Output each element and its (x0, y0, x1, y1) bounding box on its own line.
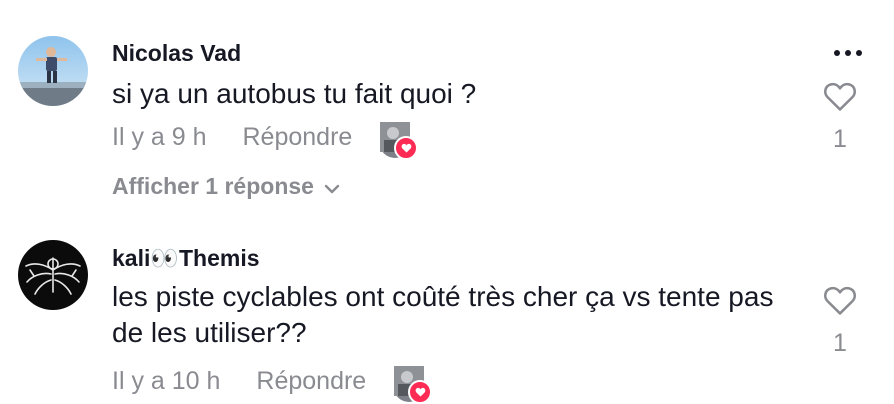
view-replies-button[interactable]: Afficher 1 réponse (112, 173, 340, 200)
comment-username[interactable]: Nicolas Vad (112, 40, 241, 67)
comment-item: Nicolas Vad si ya un autobus tu fait quo… (0, 0, 894, 220)
creator-liked-badge (380, 122, 419, 160)
avatar[interactable] (18, 240, 88, 310)
comment-timestamp: Il y a 9 h (112, 122, 207, 151)
like-count: 1 (833, 329, 847, 357)
more-options-icon[interactable] (834, 50, 862, 56)
like-control[interactable]: 1 (822, 284, 858, 358)
like-count: 1 (833, 125, 847, 153)
reply-button[interactable]: Répondre (243, 123, 353, 152)
creator-liked-heart-icon (394, 136, 419, 160)
comment-meta: Il y a 10 h Répondre (112, 366, 433, 404)
comment-timestamp: Il y a 10 h (112, 366, 221, 395)
like-control[interactable]: 1 (822, 80, 858, 154)
comment-text: les piste cyclables ont coûté très cher … (112, 281, 774, 348)
creator-liked-badge (394, 366, 433, 404)
creator-liked-heart-icon (408, 380, 433, 404)
reply-button[interactable]: Répondre (256, 367, 366, 396)
comment-item: kali👀Themis les piste cyclables ont coût… (0, 228, 894, 404)
view-replies-label[interactable]: Afficher 1 réponse (112, 173, 314, 200)
avatar[interactable] (18, 36, 88, 106)
chevron-down-icon[interactable] (324, 173, 340, 200)
comment-text: si ya un autobus tu fait quoi ? (112, 78, 477, 109)
comment-username[interactable]: kali👀Themis (112, 245, 260, 272)
heart-outline-icon[interactable] (823, 80, 857, 117)
comment-meta: Il y a 9 h Répondre (112, 122, 419, 160)
heart-outline-icon[interactable] (823, 284, 857, 321)
